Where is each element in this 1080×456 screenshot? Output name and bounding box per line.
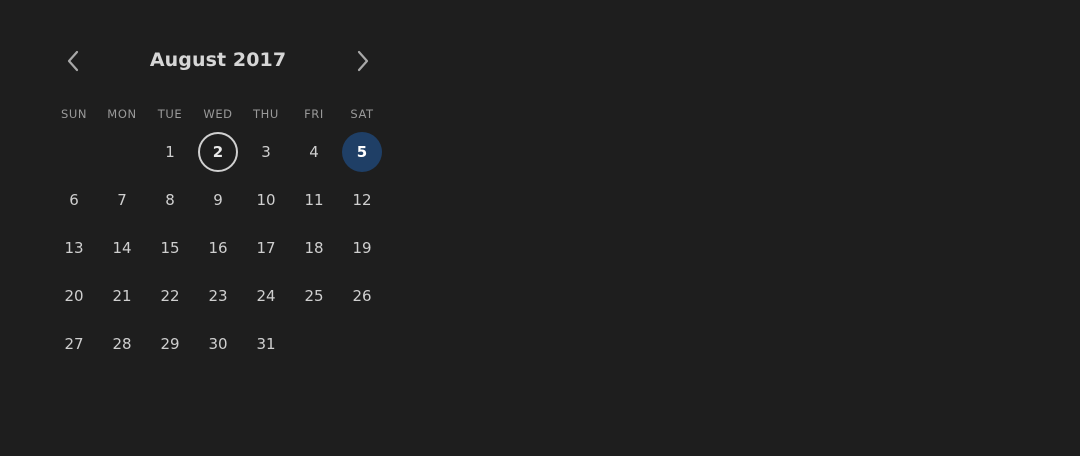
day-number: 16 xyxy=(208,239,228,257)
month-title: August 2017 xyxy=(149,49,287,71)
day-number: 5 xyxy=(342,132,382,172)
day-cell[interactable]: 22 xyxy=(146,272,194,320)
day-cell[interactable]: 9 xyxy=(194,176,242,224)
day-cell[interactable]: 21 xyxy=(98,272,146,320)
day-cell[interactable]: 30 xyxy=(194,320,242,368)
day-number: 19 xyxy=(352,239,372,257)
day-cell[interactable]: 19 xyxy=(338,224,386,272)
weekday-label: SUN xyxy=(60,107,88,121)
day-cell[interactable]: 10 xyxy=(242,176,290,224)
day-cell[interactable]: 31 xyxy=(242,320,290,368)
day-number: 14 xyxy=(112,239,132,257)
day-number: 13 xyxy=(64,239,84,257)
day-number: 1 xyxy=(165,143,175,161)
day-cell[interactable]: 27 xyxy=(50,320,98,368)
day-grid: 1 2 3 4 5 6 7 8 9 10 11 12 13 14 15 16 17 18 19 20 21 22 23 24 2… xyxy=(50,128,386,368)
calendar: August 2017 SUN MON TUE WED THU FRI SAT … xyxy=(50,36,386,372)
day-number: 15 xyxy=(160,239,180,257)
day-number: 4 xyxy=(309,143,319,161)
day-number: 28 xyxy=(112,335,132,353)
day-number: 30 xyxy=(208,335,228,353)
day-cell[interactable]: 28 xyxy=(98,320,146,368)
today-day[interactable]: 2 xyxy=(194,128,242,176)
day-number: 6 xyxy=(69,191,79,209)
day-cell[interactable]: 17 xyxy=(242,224,290,272)
next-month-button[interactable] xyxy=(350,48,376,74)
day-number: 20 xyxy=(64,287,84,305)
day-number: 24 xyxy=(256,287,276,305)
day-number: 25 xyxy=(304,287,324,305)
day-number: 31 xyxy=(256,335,276,353)
day-number: 10 xyxy=(256,191,276,209)
day-cell[interactable]: 20 xyxy=(50,272,98,320)
day-number: 22 xyxy=(160,287,180,305)
day-number: 21 xyxy=(112,287,132,305)
day-cell[interactable]: 25 xyxy=(290,272,338,320)
day-number: 3 xyxy=(261,143,271,161)
day-cell[interactable]: 16 xyxy=(194,224,242,272)
day-number: 9 xyxy=(213,191,223,209)
day-cell[interactable]: 3 xyxy=(242,128,290,176)
weekday-header-row: SUN MON TUE WED THU FRI SAT xyxy=(50,106,386,122)
weekday-label: SAT xyxy=(350,107,374,121)
day-number: 18 xyxy=(304,239,324,257)
day-number: 7 xyxy=(117,191,127,209)
day-cell[interactable]: 8 xyxy=(146,176,194,224)
day-number: 23 xyxy=(208,287,228,305)
day-number: 2 xyxy=(198,132,238,172)
empty-day-cell xyxy=(50,128,98,176)
day-number: 17 xyxy=(256,239,276,257)
weekday-label: WED xyxy=(203,107,233,121)
day-cell[interactable]: 15 xyxy=(146,224,194,272)
day-cell[interactable]: 12 xyxy=(338,176,386,224)
day-number: 11 xyxy=(304,191,324,209)
day-cell[interactable]: 13 xyxy=(50,224,98,272)
day-cell[interactable]: 24 xyxy=(242,272,290,320)
empty-day-cell xyxy=(98,128,146,176)
day-cell[interactable]: 23 xyxy=(194,272,242,320)
day-cell[interactable]: 1 xyxy=(146,128,194,176)
weekday-label: FRI xyxy=(304,107,324,121)
day-cell[interactable]: 4 xyxy=(290,128,338,176)
day-cell[interactable]: 6 xyxy=(50,176,98,224)
day-cell[interactable]: 29 xyxy=(146,320,194,368)
day-cell[interactable]: 14 xyxy=(98,224,146,272)
chevron-right-icon xyxy=(356,50,370,72)
weekday-label: THU xyxy=(253,107,279,121)
day-number: 12 xyxy=(352,191,372,209)
weekday-label: MON xyxy=(107,107,137,121)
day-number: 8 xyxy=(165,191,175,209)
day-number: 26 xyxy=(352,287,372,305)
day-cell[interactable]: 7 xyxy=(98,176,146,224)
calendar-header: August 2017 xyxy=(50,36,386,86)
day-number: 29 xyxy=(160,335,180,353)
day-number: 27 xyxy=(64,335,84,353)
day-cell[interactable]: 18 xyxy=(290,224,338,272)
day-cell[interactable]: 26 xyxy=(338,272,386,320)
day-cell[interactable]: 11 xyxy=(290,176,338,224)
selected-day[interactable]: 5 xyxy=(338,128,386,176)
weekday-label: TUE xyxy=(157,107,183,121)
